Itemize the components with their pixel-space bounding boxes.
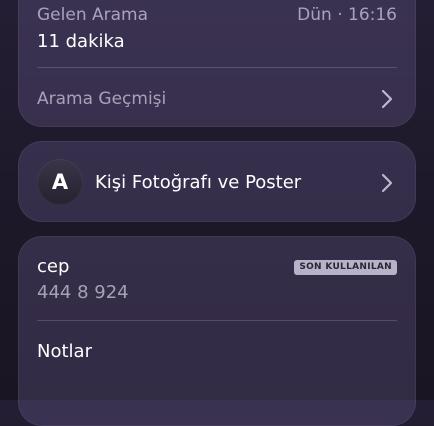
avatar: A <box>37 159 83 205</box>
notes-field[interactable]: Notlar <box>37 341 92 362</box>
call-time: Dün · 16:16 <box>297 5 397 25</box>
contact-poster-label: Kişi Fotoğrafı ve Poster <box>95 172 302 193</box>
call-history-label: Arama Geçmişi <box>37 89 167 109</box>
divider <box>37 320 397 321</box>
call-duration: 11 dakika <box>37 31 125 52</box>
call-history-row[interactable]: Arama Geçmişi <box>19 68 415 128</box>
phone-number[interactable]: 444 8 924 <box>37 282 129 303</box>
recently-used-badge: SON KULLANILAN <box>294 260 397 275</box>
avatar-initial: A <box>51 170 69 194</box>
chevron-right-icon <box>381 173 393 193</box>
contact-details-card: cep SON KULLANILAN 444 8 924 Notlar <box>18 236 416 426</box>
contact-poster-row[interactable]: A Kişi Fotoğrafı ve Poster <box>18 141 416 222</box>
call-type: Gelen Arama <box>37 5 149 25</box>
recent-call-card: Gelen Arama Dün · 16:16 11 dakika Arama … <box>18 0 416 127</box>
phone-type-label: cep <box>37 256 70 277</box>
chevron-right-icon <box>381 89 393 109</box>
